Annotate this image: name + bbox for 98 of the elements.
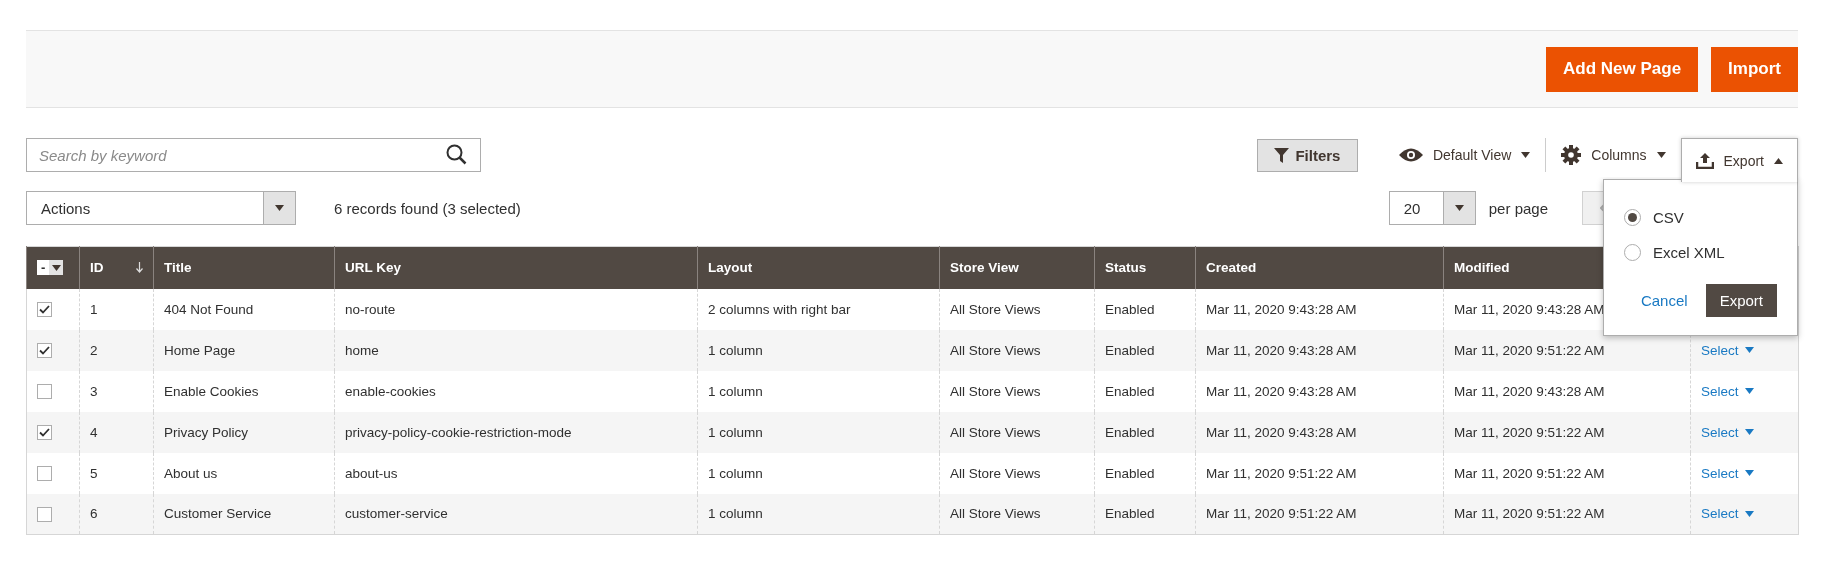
column-header[interactable]: Status [1105, 260, 1147, 276]
export-dropdown[interactable]: Export [1680, 138, 1798, 182]
table-cell: Mar 11, 2020 9:51:22 AM [1454, 424, 1605, 440]
table-cell: enable-cookies [345, 383, 436, 399]
table-cell: All Store Views [950, 424, 1041, 440]
eye-icon [1398, 148, 1423, 162]
caret-icon [1744, 510, 1754, 517]
caret-icon [1744, 429, 1754, 435]
table-cell: All Store Views [950, 506, 1041, 522]
select-action-link[interactable]: Select [1701, 424, 1754, 440]
table-cell: privacy-policy-cookie-restriction-mode [345, 424, 572, 440]
funnel-icon [1274, 147, 1290, 163]
table-cell: Mar 11, 2020 9:43:28 AM [1206, 383, 1357, 399]
table-cell: Enabled [1105, 506, 1155, 522]
table-cell: customer-service [345, 506, 448, 522]
row-checkbox[interactable] [37, 506, 52, 522]
select-action-link[interactable]: Select [1701, 506, 1754, 522]
table-cell: Privacy Policy [164, 424, 249, 440]
table-cell: Mar 11, 2020 9:43:28 AM [1454, 301, 1605, 317]
table-cell: Enabled [1105, 424, 1155, 440]
column-header[interactable]: ID [90, 260, 104, 276]
row-checkbox[interactable] [37, 424, 52, 440]
caret-icon [1744, 388, 1754, 394]
table-cell: Mar 11, 2020 9:51:22 AM [1206, 465, 1357, 481]
upload-icon [1695, 152, 1714, 169]
table-cell: Mar 11, 2020 9:43:28 AM [1206, 301, 1357, 317]
table-cell: About us [164, 465, 218, 481]
column-header[interactable]: URL Key [345, 260, 402, 276]
table-cell: Enabled [1105, 342, 1155, 358]
caret-icon [1454, 205, 1464, 211]
row-checkbox[interactable] [37, 342, 52, 358]
table-cell: Mar 11, 2020 9:51:22 AM [1206, 506, 1357, 522]
table-cell: All Store Views [950, 383, 1041, 399]
caret-icon [1744, 347, 1754, 353]
per-page-label: per page [1488, 199, 1548, 217]
filters-button[interactable]: Filters [1256, 138, 1358, 172]
table-cell: All Store Views [950, 301, 1041, 317]
column-header[interactable]: Layout [708, 260, 753, 276]
select-action-link[interactable]: Select [1701, 342, 1754, 358]
search-field[interactable]: Search by keyword [26, 138, 481, 172]
search-icon[interactable] [446, 144, 467, 165]
caret-icon [51, 264, 61, 271]
table-cell: 1 column [708, 383, 763, 399]
table-cell: 1 column [708, 424, 763, 440]
table-cell: no-route [345, 301, 396, 317]
row-checkbox[interactable] [37, 383, 52, 399]
table-cell: Mar 11, 2020 9:51:22 AM [1454, 342, 1605, 358]
table-cell: 2 columns with right bar [708, 301, 851, 317]
table-cell: Mar 11, 2020 9:43:28 AM [1206, 424, 1357, 440]
select-action-link[interactable]: Select [1701, 465, 1754, 481]
export-button[interactable]: Export [1705, 284, 1777, 317]
table-cell: All Store Views [950, 465, 1041, 481]
table-cell: Mar 11, 2020 9:51:22 AM [1454, 465, 1605, 481]
table-cell: 4 [90, 424, 98, 440]
cancel-button[interactable]: Cancel [1640, 292, 1688, 309]
table-cell: 6 [90, 506, 98, 522]
table-cell: Mar 11, 2020 9:51:22 AM [1454, 506, 1605, 522]
records-count: 6 records found (3 selected) [334, 199, 521, 217]
table-cell: Enabled [1105, 465, 1155, 481]
table-cell: All Store Views [950, 342, 1041, 358]
table-cell: 404 Not Found [164, 301, 254, 317]
table-cell: Enabled [1105, 383, 1155, 399]
page-action-button[interactable]: Add New Page [1546, 46, 1699, 92]
per-page-select[interactable]: 20 [1388, 191, 1476, 225]
caret-icon [1656, 152, 1666, 158]
caret-icon [1521, 152, 1531, 158]
table-cell: 1 [90, 301, 98, 317]
table-cell: about-us [345, 465, 398, 481]
table-cell: 1 column [708, 465, 763, 481]
sort-arrow-icon [136, 262, 143, 274]
table-cell: Mar 11, 2020 9:43:28 AM [1454, 383, 1605, 399]
table-cell: 1 column [708, 342, 763, 358]
table-cell: Mar 11, 2020 9:43:28 AM [1206, 342, 1357, 358]
actions-select[interactable]: Actions [26, 191, 296, 225]
radio-label: CSV [1653, 209, 1684, 226]
table-cell: 2 [90, 342, 98, 358]
caret-icon [1774, 157, 1783, 164]
mass-select-control[interactable]: - [37, 260, 64, 276]
table-cell: Enabled [1105, 301, 1155, 317]
row-checkbox[interactable] [37, 465, 52, 481]
radio-label: Excel XML [1653, 244, 1725, 261]
table-cell: home [345, 342, 379, 358]
table-cell: Customer Service [164, 506, 272, 522]
table-cell: 3 [90, 383, 98, 399]
caret-icon [1744, 470, 1754, 476]
select-action-link[interactable]: Select [1701, 383, 1754, 399]
column-header[interactable]: Store View [950, 260, 1019, 276]
page-action-button[interactable]: Import [1711, 46, 1798, 92]
caret-icon [275, 205, 284, 211]
column-header[interactable]: Created [1206, 260, 1257, 276]
gear-icon [1561, 145, 1582, 165]
table-cell: 5 [90, 465, 98, 481]
table-cell: 1 column [708, 506, 763, 522]
column-header[interactable]: Title [164, 260, 192, 276]
table-cell: Home Page [164, 342, 236, 358]
row-checkbox[interactable] [37, 301, 52, 317]
table-cell: Enable Cookies [164, 383, 259, 399]
column-header[interactable]: Modified [1454, 260, 1510, 276]
